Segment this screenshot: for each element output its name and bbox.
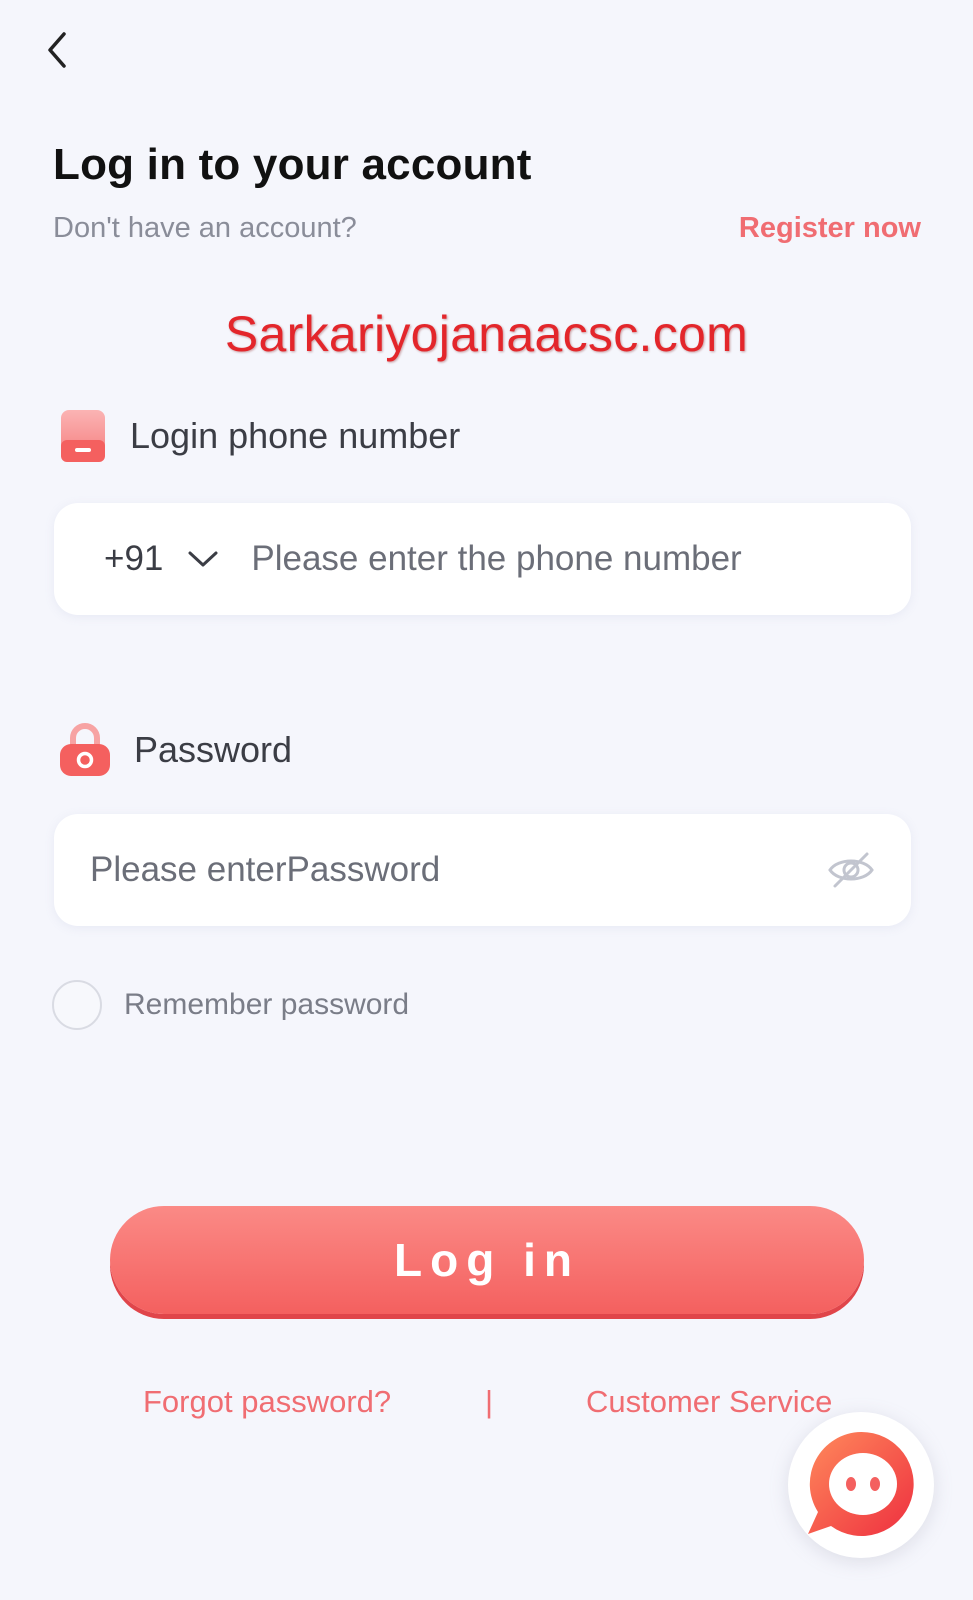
chat-bubble-icon <box>808 1431 914 1536</box>
page-title: Log in to your account <box>53 140 532 189</box>
chat-support-button[interactable] <box>788 1412 934 1558</box>
customer-service-link[interactable]: Customer Service <box>586 1384 832 1420</box>
phone-section-label: Login phone number <box>58 408 460 464</box>
lock-icon <box>60 723 110 776</box>
chevron-left-icon <box>48 32 66 68</box>
footer-divider: | <box>485 1384 494 1419</box>
watermark-text: Sarkariyojanaacsc.com <box>224 306 749 362</box>
password-field-container <box>54 814 911 926</box>
phone-icon <box>61 410 105 462</box>
register-now-link[interactable]: Register now <box>739 212 921 245</box>
login-button[interactable]: Log in <box>110 1206 864 1314</box>
phone-field-container: +91 <box>54 503 911 615</box>
back-button[interactable] <box>30 24 82 76</box>
password-section-label: Password <box>58 722 292 778</box>
remember-password-toggle[interactable]: Remember password <box>52 980 409 1030</box>
login-button-label: Log in <box>394 1234 580 1286</box>
remember-radio[interactable] <box>52 980 102 1030</box>
forgot-password-link[interactable]: Forgot password? <box>143 1384 391 1420</box>
country-code-selector[interactable]: +91 <box>104 539 163 579</box>
chevron-down-icon[interactable] <box>187 549 219 569</box>
no-account-text: Don't have an account? <box>53 212 357 244</box>
phone-label: Login phone number <box>130 415 461 456</box>
password-label: Password <box>134 729 293 770</box>
eye-off-icon[interactable] <box>827 850 875 890</box>
password-input[interactable] <box>90 850 827 890</box>
remember-password-label: Remember password <box>124 988 410 1021</box>
phone-number-input[interactable] <box>251 539 911 579</box>
